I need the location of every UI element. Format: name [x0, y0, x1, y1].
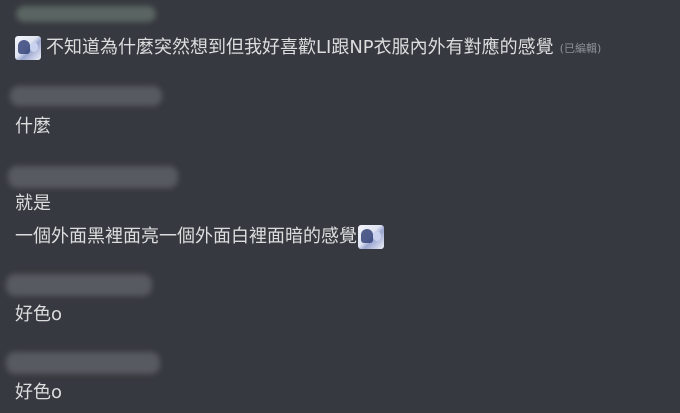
author-name-redacted[interactable] — [8, 166, 178, 188]
message-text: 一個外面黑裡面亮一個外面白裡面暗的感覺 — [15, 226, 357, 247]
message-line: 一個外面黑裡面亮一個外面白裡面暗的感覺 — [15, 225, 384, 249]
message-line: 什麼 — [15, 116, 51, 138]
message-text: 好色o — [15, 382, 63, 403]
message-line: 好色o — [15, 304, 62, 326]
edited-indicator: (已編輯) — [559, 42, 602, 55]
anime-character-emoji-icon — [15, 36, 41, 60]
message-text: 不知道為什麼突然想到但我好喜歡LI跟NP衣服內外有對應的感覺 — [46, 37, 554, 58]
message-line: 不知道為什麼突然想到但我好喜歡LI跟NP衣服內外有對應的感覺 (已編輯) — [15, 36, 601, 60]
message-line: 就是 — [15, 193, 51, 215]
message-line: 好色o — [15, 382, 62, 404]
author-name-redacted[interactable] — [10, 86, 162, 106]
message-text: 就是 — [15, 193, 51, 214]
author-name-redacted[interactable] — [16, 6, 156, 22]
author-name-redacted[interactable] — [6, 274, 152, 296]
chat-message-list: 不知道為什麼突然想到但我好喜歡LI跟NP衣服內外有對應的感覺 (已編輯) 什麼 … — [0, 0, 680, 413]
message-text: 好色o — [15, 304, 63, 325]
author-name-redacted[interactable] — [6, 352, 160, 374]
message-text: 什麼 — [15, 116, 51, 137]
anime-character-emoji-icon — [358, 225, 384, 249]
